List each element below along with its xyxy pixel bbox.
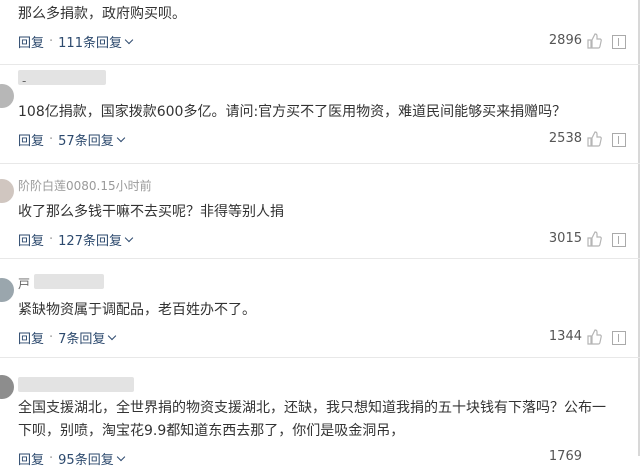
like-count: 1769 [548, 449, 582, 464]
chevron-down-icon[interactable] [116, 133, 125, 142]
username-blur [34, 274, 104, 289]
comment-actions: 回复 · 57条回复 [18, 130, 125, 149]
reply-button[interactable]: 回复 [18, 134, 44, 149]
reply-button[interactable]: 回复 [18, 332, 44, 347]
like-count: 3015 [548, 231, 582, 246]
avatar[interactable] [0, 179, 14, 203]
avatar[interactable] [0, 375, 14, 399]
separator-dot: · [49, 232, 54, 247]
view-replies-link[interactable]: 57条回复 [58, 134, 114, 149]
thumbs-up-icon[interactable] [586, 33, 602, 49]
comment-actions: 回复 · 111条回复 [18, 32, 134, 51]
avatar[interactable] [0, 84, 14, 108]
separator-dot: · [49, 132, 54, 147]
view-replies-link[interactable]: 95条回复 [58, 453, 114, 468]
comment-actions: 回复 · 7条回复 [18, 328, 117, 347]
username[interactable]: 阶阶白莲0080.15小时前 [18, 177, 152, 194]
like-count: 1344 [548, 329, 582, 344]
avatar[interactable] [0, 278, 14, 302]
reply-button[interactable]: 回复 [18, 234, 44, 249]
like-count: 2896 [548, 33, 582, 48]
divider [0, 258, 640, 259]
divider [0, 357, 640, 358]
view-replies-link[interactable]: 7条回复 [58, 332, 105, 347]
report-icon[interactable] [612, 133, 626, 147]
reply-button[interactable]: 回复 [18, 36, 44, 51]
chevron-down-icon[interactable] [108, 331, 117, 340]
username[interactable]: 戸 [18, 275, 30, 292]
thumbs-up-icon[interactable] [586, 231, 602, 247]
comment-text: 那么多捐款，政府购买呗。 [18, 6, 186, 22]
username-blur [18, 377, 134, 392]
username-blur [18, 70, 106, 85]
view-replies-link[interactable]: 127条回复 [58, 234, 122, 249]
comment-text: 紧缺物资属于调配品，老百姓办不了。 [18, 302, 256, 318]
separator-dot: · [49, 34, 54, 49]
comment-actions: 回复 · 95条回复 [18, 449, 125, 468]
username[interactable]: - [22, 74, 26, 88]
separator-dot: · [49, 330, 54, 345]
comment-text: 108亿捐款，国家拨款600多亿。请问:官方买不了医用物资，难道民间能够买来捐赠… [18, 104, 567, 120]
report-icon[interactable] [612, 331, 626, 345]
chevron-down-icon[interactable] [124, 35, 134, 44]
report-icon[interactable] [612, 35, 626, 49]
comment-text: 全国支援湖北，全世界捐的物资支援湖北，还缺，我只想知道我捐的五十块钱有下落吗？公… [18, 400, 606, 439]
chevron-down-icon[interactable] [116, 452, 125, 461]
comment-actions: 回复 · 127条回复 [18, 230, 134, 249]
divider [0, 64, 640, 65]
comment-text: 收了那么多钱干嘛不去买呢？非得等别人捐 [18, 204, 284, 220]
report-icon[interactable] [612, 233, 626, 247]
chevron-down-icon[interactable] [124, 233, 134, 242]
like-count: 2538 [548, 131, 582, 146]
divider [0, 163, 640, 164]
thumbs-up-icon[interactable] [586, 131, 602, 147]
reply-button[interactable]: 回复 [18, 453, 44, 468]
thumbs-up-icon[interactable] [586, 329, 602, 345]
separator-dot: · [49, 451, 54, 466]
view-replies-link[interactable]: 111条回复 [58, 36, 122, 51]
